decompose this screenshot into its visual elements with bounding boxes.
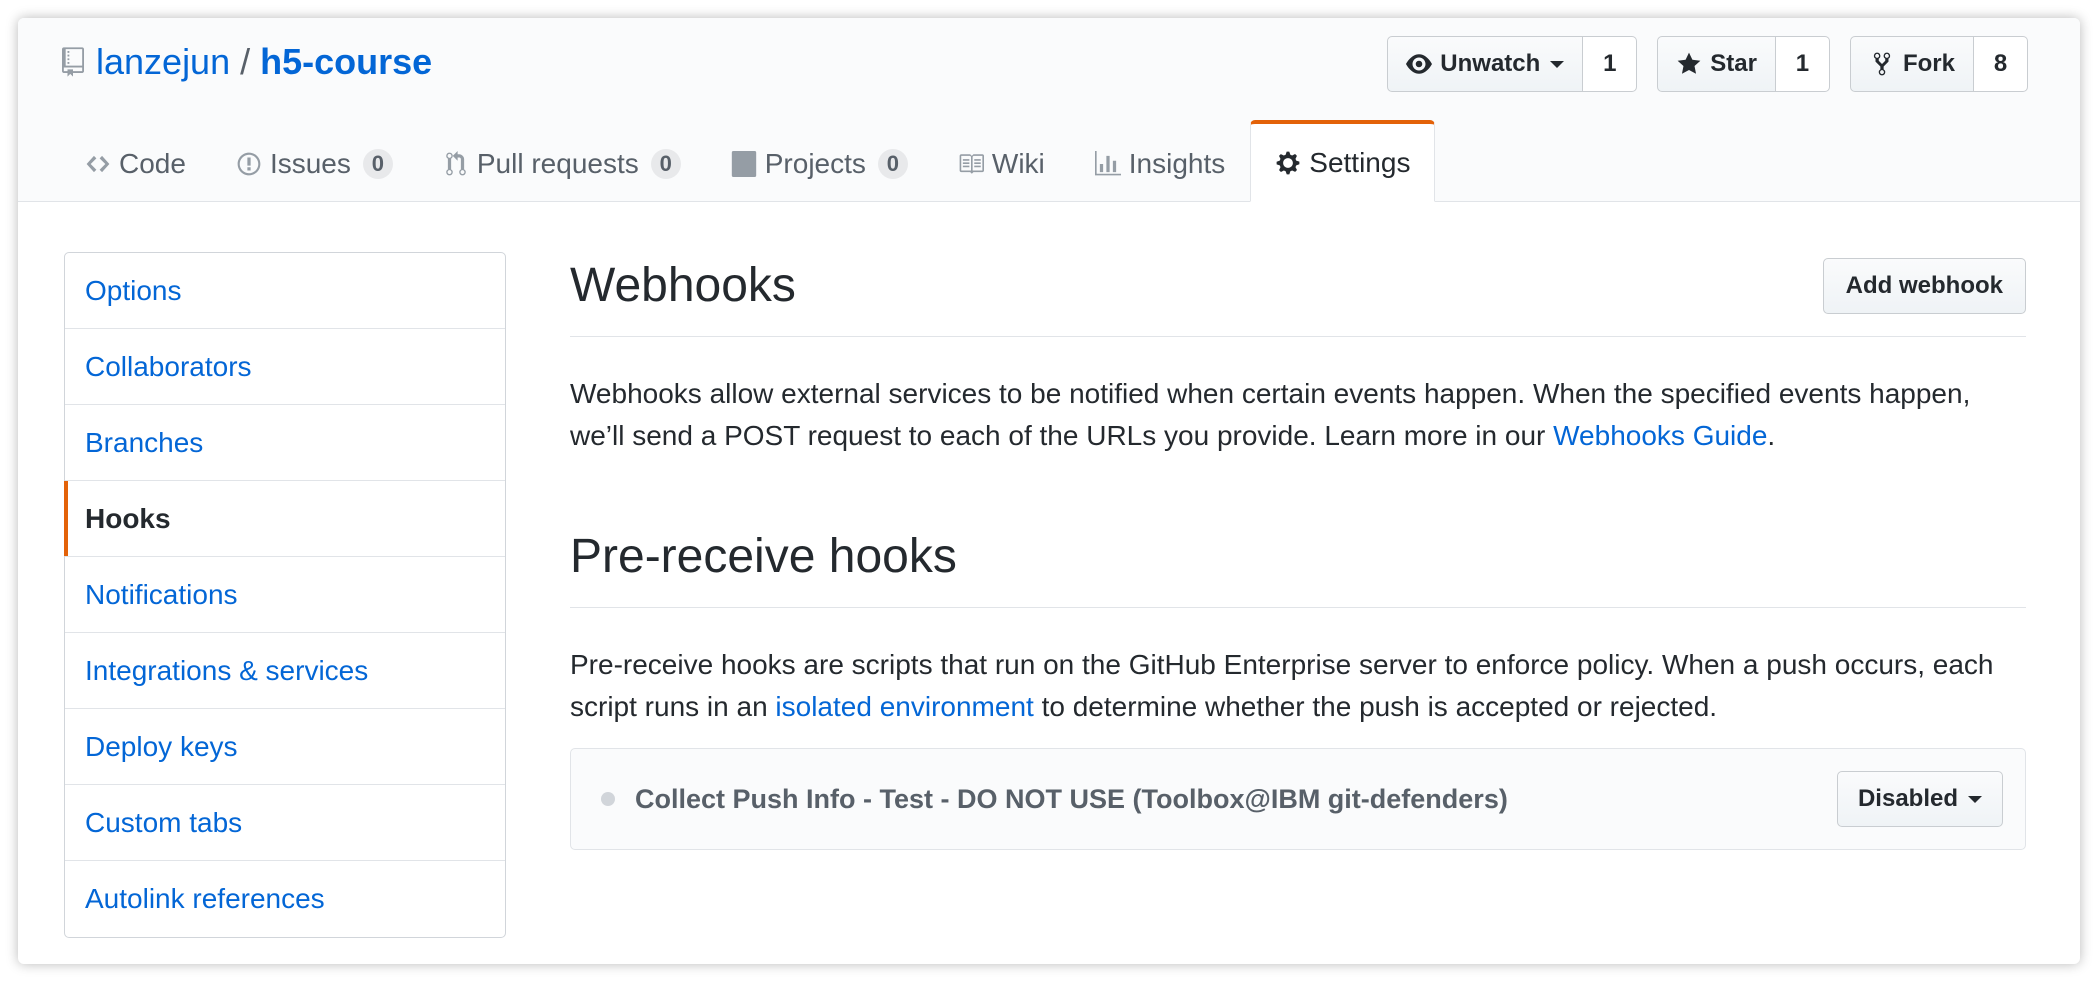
webhooks-heading: Webhooks: [570, 259, 796, 312]
add-webhook-button[interactable]: Add webhook: [1822, 258, 2026, 314]
sidebar-item-custom-tabs[interactable]: Custom tabs: [65, 785, 505, 861]
tab-wiki[interactable]: Wiki: [933, 122, 1070, 202]
star-icon: [1677, 52, 1701, 74]
path-separator: /: [240, 41, 251, 82]
tab-settings[interactable]: Settings: [1250, 120, 1436, 202]
fork-group: Fork 8: [1849, 36, 2028, 92]
tab-settings-label: Settings: [1309, 146, 1411, 178]
isolated-environment-link[interactable]: isolated environment: [775, 691, 1033, 722]
tab-code-label: Code: [119, 147, 186, 179]
hook-info: Collect Push Info - Test - DO NOT USE (T…: [601, 784, 1508, 815]
hook-name: Collect Push Info - Test - DO NOT USE (T…: [635, 783, 1508, 814]
tab-issues-label: Issues: [269, 147, 351, 179]
tab-insights[interactable]: Insights: [1070, 122, 1251, 202]
webhooks-subhead: Webhooks Add webhook: [570, 256, 2026, 337]
pre-receive-section: Pre-receive hooks Pre-receive hooks are …: [570, 527, 2026, 850]
pre-receive-hook-row: Collect Push Info - Test - DO NOT USE (T…: [570, 748, 2026, 850]
eye-icon: [1406, 54, 1433, 74]
book-icon: [959, 153, 984, 174]
stargazers-count[interactable]: 1: [1775, 36, 1830, 92]
fork-label: Fork: [1902, 50, 1955, 77]
settings-sidebar: Options Collaborators Branches Hooks Not…: [64, 252, 506, 938]
forks-count[interactable]: 8: [1974, 36, 2028, 92]
webhooks-guide-link[interactable]: Webhooks Guide: [1553, 420, 1767, 451]
unwatch-label: Unwatch: [1440, 50, 1541, 77]
status-dot-icon: [601, 792, 615, 806]
project-icon: [731, 150, 756, 177]
sidebar-item-collaborators[interactable]: Collaborators: [65, 329, 505, 405]
tab-wiki-label: Wiki: [991, 147, 1045, 179]
hook-status-label: Disabled: [1857, 785, 1958, 812]
sidebar-item-deploy-keys[interactable]: Deploy keys: [65, 709, 505, 785]
webhooks-description: Webhooks allow external services to be n…: [570, 373, 2026, 457]
tab-pull-requests[interactable]: Pull requests 0: [418, 122, 706, 202]
repo-title: lanzejun / h5-course: [62, 40, 432, 84]
sidebar-item-hooks[interactable]: Hooks: [64, 481, 505, 557]
watch-group: Unwatch 1: [1387, 36, 1638, 92]
graph-icon: [1094, 150, 1121, 175]
caret-down-icon: [1550, 60, 1565, 68]
tab-insights-label: Insights: [1128, 147, 1226, 179]
repo-header: lanzejun / h5-course Unwatch 1 Star 1 Fo…: [18, 18, 2080, 202]
webhooks-description-end: .: [1767, 420, 1776, 451]
sidebar-item-autolink-references[interactable]: Autolink references: [65, 861, 505, 937]
tab-code[interactable]: Code: [84, 122, 211, 202]
unwatch-button[interactable]: Unwatch: [1387, 36, 1584, 92]
tab-projects-label: Projects: [764, 147, 866, 179]
sidebar-item-integrations[interactable]: Integrations & services: [65, 633, 505, 709]
star-button[interactable]: Star: [1657, 36, 1776, 92]
tab-pull-requests-label: Pull requests: [476, 147, 639, 179]
repo-nav: Code Issues 0 Pull requests 0 Projects 0…: [84, 120, 1436, 202]
caret-down-icon: [1968, 795, 1982, 803]
browser-window: lanzejun / h5-course Unwatch 1 Star 1 Fo…: [18, 18, 2080, 964]
issue-opened-icon: [237, 152, 261, 175]
gear-icon: [1276, 151, 1300, 174]
tab-issues[interactable]: Issues 0: [211, 122, 418, 202]
watchers-count[interactable]: 1: [1583, 36, 1638, 92]
star-label: Star: [1710, 50, 1757, 77]
repo-icon: [62, 47, 84, 77]
sidebar-item-notifications[interactable]: Notifications: [65, 557, 505, 633]
settings-main: Webhooks Add webhook Webhooks allow exte…: [570, 256, 2026, 850]
projects-counter: 0: [877, 148, 908, 179]
code-icon: [86, 155, 110, 172]
sidebar-item-options[interactable]: Options: [65, 253, 505, 329]
repo-name-link[interactable]: h5-course: [260, 40, 432, 84]
repo-actions: Unwatch 1 Star 1 Fork 8: [1387, 36, 2028, 92]
pre-receive-description-end: to determine whether the push is accepte…: [1033, 691, 1718, 722]
tab-projects[interactable]: Projects 0: [706, 122, 933, 202]
pre-receive-subhead: Pre-receive hooks: [570, 527, 2026, 608]
sidebar-item-branches[interactable]: Branches: [65, 405, 505, 481]
repo-forked-icon: [1873, 52, 1891, 76]
star-group: Star 1: [1657, 36, 1830, 92]
git-pull-request-icon: [446, 150, 466, 175]
issues-counter: 0: [362, 148, 393, 179]
pre-receive-heading: Pre-receive hooks: [570, 530, 957, 583]
hook-status-select[interactable]: Disabled: [1836, 771, 2003, 827]
fork-button[interactable]: Fork: [1849, 36, 1974, 92]
pre-receive-description: Pre-receive hooks are scripts that run o…: [570, 644, 2026, 728]
repo-owner-link[interactable]: lanzejun: [96, 40, 230, 84]
pull-requests-counter: 0: [650, 148, 681, 179]
